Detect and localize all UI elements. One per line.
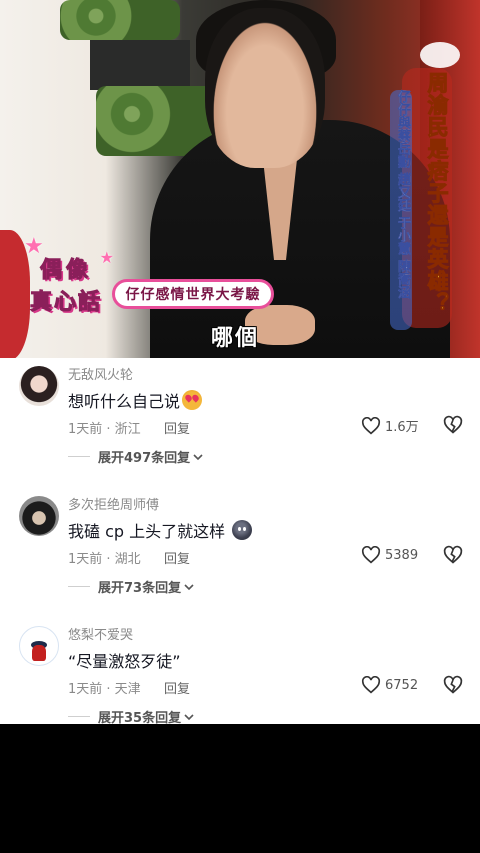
heart-icon — [361, 416, 381, 434]
comment-body: 我磕 cp 上头了就这样 — [68, 522, 226, 541]
love-eyes-emoji-icon — [182, 390, 203, 410]
comment-item: 多次拒绝周师傅 我磕 cp 上头了就这样 1天前 · 湖北 回复 5389 展开… — [0, 488, 480, 618]
comment-body: “尽量激怒歹徒” — [68, 652, 181, 671]
show-logo: ★ ★ 偶像 真心話 — [14, 234, 118, 330]
comment-username[interactable]: 多次拒绝周师傅 — [68, 494, 159, 513]
like-button[interactable]: 1.6万 — [361, 416, 419, 435]
heart-icon — [361, 546, 381, 564]
reply-button[interactable]: 回复 — [164, 548, 190, 567]
background-hedge — [60, 0, 180, 40]
video-frame[interactable]: ★ ★ 偶像 真心話 仔仔感情世界大考驗 哪個 周渝民是痞子還是英雄？ 仔仔與蔡… — [0, 0, 480, 358]
comment-list[interactable]: 无敌风火轮 想听什么自己说 1天前 · 浙江 回复 1.6万 展开497条回复 … — [0, 358, 480, 726]
comment-item: 无敌风火轮 想听什么自己说 1天前 · 浙江 回复 1.6万 展开497条回复 — [0, 358, 480, 488]
star-icon: ★ — [24, 234, 44, 259]
comment-username[interactable]: 无敌风火轮 — [68, 364, 133, 383]
comment-text: 我磕 cp 上头了就这样 — [68, 518, 253, 542]
comment-time-location: 1天前 · 湖北 — [68, 552, 141, 567]
show-logo-line1: 偶像 — [39, 257, 92, 284]
divider-line — [68, 716, 90, 717]
bottom-black-area — [0, 724, 480, 853]
dislike-icon[interactable] — [443, 675, 463, 695]
expand-replies-button[interactable]: 展开73条回复 — [68, 577, 194, 596]
comment-time-location: 1天前 · 浙江 — [68, 422, 141, 437]
reply-button[interactable]: 回复 — [164, 418, 190, 437]
comment-text: “尽量激怒歹徒” — [68, 648, 181, 672]
comment-time-location: 1天前 · 天津 — [68, 682, 141, 697]
avatar[interactable] — [19, 366, 59, 406]
expand-replies-label: 展开73条回复 — [98, 581, 182, 596]
chevron-down-icon — [184, 713, 194, 720]
divider-line — [68, 586, 90, 587]
comment-body: 想听什么自己说 — [68, 392, 181, 411]
blob-emoji-icon — [232, 520, 253, 540]
chevron-down-icon — [193, 453, 203, 460]
divider-line — [68, 456, 90, 457]
reply-button[interactable]: 回复 — [164, 678, 190, 697]
cloud-decoration — [420, 42, 460, 68]
like-button[interactable]: 6752 — [361, 676, 418, 694]
like-button[interactable]: 5389 — [361, 546, 418, 564]
avatar[interactable] — [19, 496, 59, 536]
star-icon: ★ — [99, 248, 114, 267]
episode-guests: 仔仔與蔡岳勳 趙又廷 于小慧 陳喬涵 — [390, 90, 412, 330]
like-count: 6752 — [385, 677, 419, 693]
like-count: 5389 — [385, 547, 419, 563]
expand-replies-button[interactable]: 展开497条回复 — [68, 447, 203, 466]
comment-text: 想听什么自己说 — [68, 388, 203, 412]
video-subtitle: 哪個 — [210, 326, 259, 351]
host-face — [205, 8, 325, 168]
show-logo-line2: 真心話 — [29, 289, 102, 316]
segment-caption: 仔仔感情世界大考驗 — [112, 279, 274, 309]
avatar-figure — [32, 645, 46, 661]
background-planter — [90, 40, 190, 90]
chevron-down-icon — [184, 583, 194, 590]
comment-username[interactable]: 悠梨不爱哭 — [68, 624, 133, 643]
heart-icon — [361, 676, 381, 694]
dislike-icon[interactable] — [443, 545, 463, 565]
avatar[interactable] — [19, 626, 59, 666]
dislike-icon[interactable] — [443, 415, 463, 435]
expand-replies-label: 展开497条回复 — [98, 451, 191, 466]
like-count: 1.6万 — [385, 420, 419, 435]
